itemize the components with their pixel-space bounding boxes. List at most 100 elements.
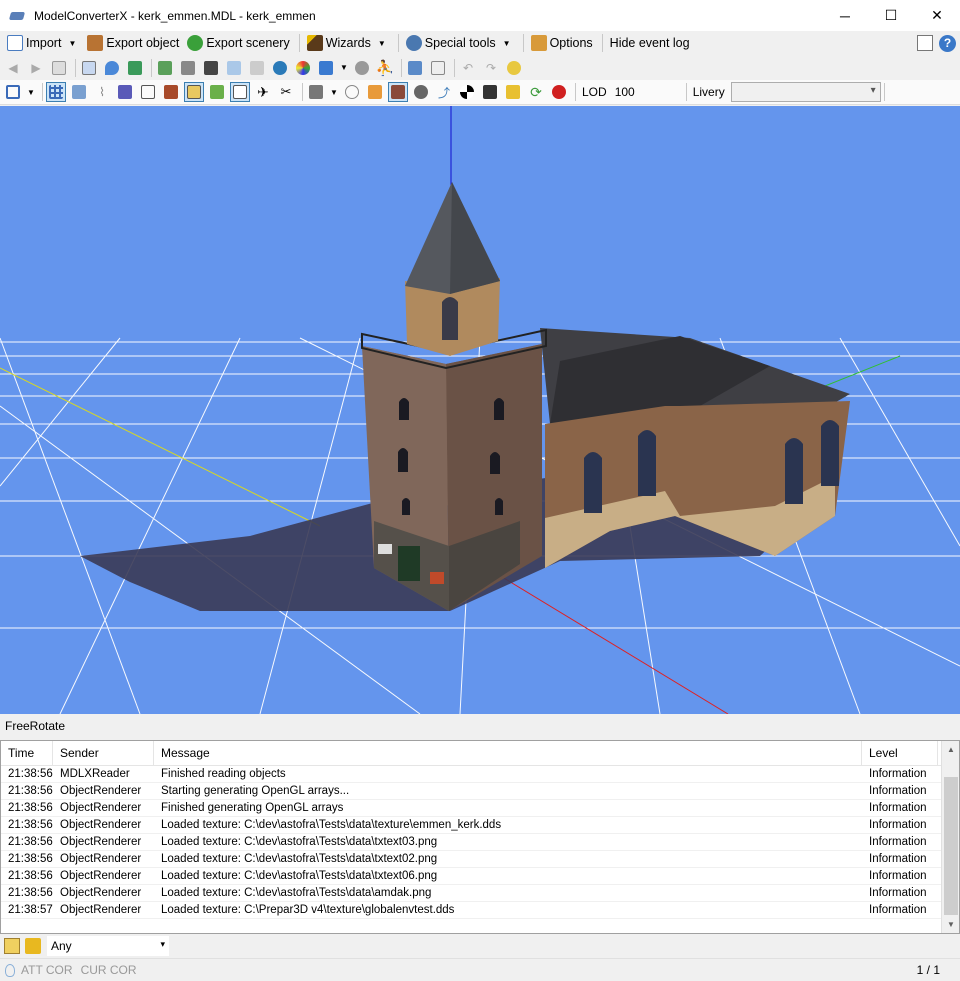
- forward-icon[interactable]: ▶: [26, 58, 46, 78]
- ground-icon[interactable]: [207, 82, 227, 102]
- export-object-button[interactable]: Export object: [84, 32, 182, 54]
- column-time[interactable]: Time: [1, 741, 53, 766]
- table-row[interactable]: 21:38:56 ObjectRenderer Starting generat…: [1, 783, 959, 800]
- dropdown-chevron-icon[interactable]: ▼: [339, 58, 349, 78]
- row-sender: ObjectRenderer: [60, 836, 142, 848]
- grid-icon[interactable]: [46, 82, 66, 102]
- axis-icon[interactable]: [230, 82, 250, 102]
- table-row[interactable]: 21:38:56 ObjectRenderer Loaded texture: …: [1, 885, 959, 902]
- table-row[interactable]: 21:38:56 ObjectRenderer Loaded texture: …: [1, 817, 959, 834]
- airplane-icon[interactable]: ✈: [253, 82, 273, 102]
- earth-icon[interactable]: [270, 58, 290, 78]
- row-level: Information: [869, 870, 927, 882]
- material-editor-icon[interactable]: [155, 58, 175, 78]
- color-wheel-icon[interactable]: [293, 58, 313, 78]
- dropdown-chevron-icon[interactable]: ▼: [329, 82, 339, 102]
- row-level: Information: [869, 802, 927, 814]
- row-level: Information: [869, 785, 927, 797]
- broom-icon[interactable]: [25, 937, 41, 954]
- house-icon[interactable]: [480, 82, 500, 102]
- row-sender: ObjectRenderer: [60, 819, 142, 831]
- table-row[interactable]: 21:38:56 ObjectRenderer Loaded texture: …: [1, 868, 959, 885]
- brick-icon[interactable]: [161, 82, 181, 102]
- camera-icon[interactable]: [306, 82, 326, 102]
- level-filter-select[interactable]: Any: [47, 935, 169, 956]
- clock-icon[interactable]: [504, 58, 524, 78]
- image-icon[interactable]: [224, 58, 244, 78]
- screenshot-icon[interactable]: [405, 58, 425, 78]
- row-level: Information: [869, 819, 927, 831]
- scroll-thumb[interactable]: [944, 777, 958, 915]
- column-sender[interactable]: Sender: [53, 741, 154, 766]
- redo-icon[interactable]: ↷: [481, 58, 501, 78]
- event-log[interactable]: Time Sender Message Level 21:38:56 MDLXR…: [0, 740, 960, 934]
- table-row[interactable]: 21:38:56 ObjectRenderer Loaded texture: …: [1, 851, 959, 868]
- edit-note-icon[interactable]: [4, 937, 20, 954]
- log-header: Time Sender Message Level: [1, 741, 959, 766]
- undo-icon[interactable]: ↶: [458, 58, 478, 78]
- zoom-extents-icon[interactable]: [3, 82, 23, 102]
- wizards-menu[interactable]: Wizards ▼: [304, 32, 392, 54]
- clip-icon[interactable]: ⌇: [92, 82, 112, 102]
- minimize-button[interactable]: ─: [822, 0, 868, 31]
- column-message[interactable]: Message: [154, 741, 862, 766]
- textured-icon[interactable]: [388, 82, 408, 102]
- 3d-viewport[interactable]: [0, 106, 960, 714]
- checker-icon[interactable]: [457, 82, 477, 102]
- scroll-down-icon[interactable]: ▼: [942, 916, 959, 933]
- location-pin-icon[interactable]: [102, 58, 122, 78]
- document-icon[interactable]: [49, 58, 69, 78]
- globe-icon: [187, 35, 204, 51]
- bounding-box-icon[interactable]: [138, 82, 158, 102]
- table-row[interactable]: 21:38:56 ObjectRenderer Finished generat…: [1, 800, 959, 817]
- transform-icon[interactable]: [316, 58, 336, 78]
- back-icon[interactable]: ◀: [3, 58, 23, 78]
- row-time: 21:38:56: [8, 853, 53, 865]
- table-row[interactable]: 21:38:56 MDLXReader Finished reading obj…: [1, 766, 959, 783]
- row-message: Loaded texture: C:\dev\astofra\Tests\dat…: [161, 836, 438, 848]
- column-level[interactable]: Level: [862, 741, 938, 766]
- import-menu[interactable]: Import ▼: [4, 32, 82, 54]
- table-row[interactable]: 21:38:56 ObjectRenderer Loaded texture: …: [1, 834, 959, 851]
- inspect-icon[interactable]: [79, 58, 99, 78]
- cube-icon[interactable]: [365, 82, 385, 102]
- att-cor-indicator: ATT COR: [21, 963, 73, 977]
- dropdown-chevron-icon[interactable]: ▼: [26, 82, 36, 102]
- close-object-icon[interactable]: [247, 58, 267, 78]
- figure-icon[interactable]: ⛹: [375, 58, 395, 78]
- connect-icon[interactable]: [352, 58, 372, 78]
- hide-event-log-button[interactable]: Hide event log: [607, 32, 693, 54]
- polygon-icon[interactable]: [342, 82, 362, 102]
- report-icon[interactable]: [428, 58, 448, 78]
- export-scenery-button[interactable]: Export scenery: [184, 32, 292, 54]
- wireframe-icon[interactable]: [115, 82, 135, 102]
- special-tools-menu[interactable]: Special tools ▼: [403, 32, 517, 54]
- row-time: 21:38:56: [8, 887, 53, 899]
- row-sender: ObjectRenderer: [60, 904, 142, 916]
- shaded-icon[interactable]: [184, 82, 204, 102]
- row-sender: ObjectRenderer: [60, 887, 142, 899]
- lod-input[interactable]: 100: [611, 82, 683, 102]
- close-button[interactable]: ✕: [914, 0, 960, 31]
- sphere-icon[interactable]: [411, 82, 431, 102]
- texture-icon[interactable]: [178, 58, 198, 78]
- log-scrollbar[interactable]: ▲ ▼: [941, 741, 959, 933]
- tomato-icon[interactable]: [549, 82, 569, 102]
- refresh-icon[interactable]: ⟳: [526, 82, 546, 102]
- help-icon[interactable]: ?: [939, 34, 956, 52]
- branch-icon[interactable]: ⤴: [434, 82, 454, 102]
- panel-layout-icon[interactable]: [917, 35, 933, 51]
- export-object-icon: [87, 35, 104, 51]
- maximize-button[interactable]: ☐: [868, 0, 914, 31]
- hierarchy-icon[interactable]: [125, 58, 145, 78]
- animation-icon[interactable]: [201, 58, 221, 78]
- light-icon[interactable]: [503, 82, 523, 102]
- options-button[interactable]: Options: [528, 32, 596, 54]
- camera-mode-label: FreeRotate: [5, 719, 66, 733]
- measure-icon[interactable]: [69, 82, 89, 102]
- livery-select[interactable]: [730, 82, 881, 102]
- menu-separator: [522, 34, 524, 52]
- table-row[interactable]: 21:38:57 ObjectRenderer Loaded texture: …: [1, 902, 959, 919]
- scroll-up-icon[interactable]: ▲: [942, 741, 959, 758]
- scissors-icon[interactable]: ✂: [276, 82, 296, 102]
